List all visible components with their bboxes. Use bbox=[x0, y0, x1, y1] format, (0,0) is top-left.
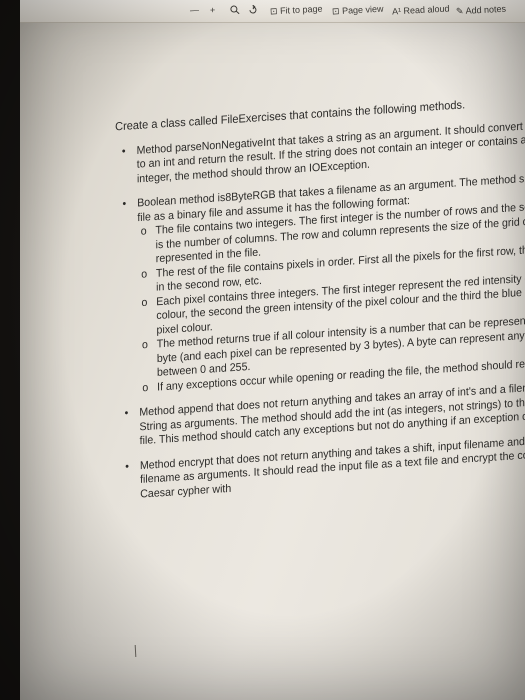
text-cursor bbox=[134, 644, 137, 658]
fit-to-page-button[interactable]: ⊡ Fit to page bbox=[270, 4, 323, 18]
circle-bullet-icon: o bbox=[141, 266, 148, 280]
bullet-icon: • bbox=[121, 143, 126, 158]
circle-bullet-icon: o bbox=[141, 295, 148, 309]
zoom-out-button[interactable]: — bbox=[190, 5, 200, 15]
method-list: • Method parseNonNegativeInt that takes … bbox=[115, 114, 525, 502]
zoom-in-button[interactable]: + bbox=[210, 5, 216, 15]
bullet-icon: • bbox=[122, 196, 127, 211]
circle-bullet-icon: o bbox=[142, 380, 149, 394]
screen: — + ⊡ Fit to page ⊡ Page view A¹ Read al… bbox=[20, 0, 525, 700]
search-icon[interactable] bbox=[230, 5, 241, 18]
page-view-button[interactable]: ⊡ Page view bbox=[332, 4, 384, 18]
list-item: • Boolean method is8ByteRGB that takes a… bbox=[116, 167, 525, 396]
format-sublist: o The file contains two integers. The fi… bbox=[137, 196, 525, 395]
bullet-icon: • bbox=[124, 406, 129, 420]
document-page: Create a class called FileExercises that… bbox=[115, 90, 525, 513]
add-notes-button[interactable]: ✎ Add notes bbox=[456, 4, 507, 18]
bullet-icon: • bbox=[125, 459, 129, 473]
circle-bullet-icon: o bbox=[141, 337, 148, 351]
read-aloud-button[interactable]: A¹ Read aloud bbox=[392, 4, 450, 17]
photo-background: — + ⊡ Fit to page ⊡ Page view A¹ Read al… bbox=[0, 0, 525, 700]
rotate-icon[interactable] bbox=[248, 4, 259, 18]
circle-bullet-icon: o bbox=[140, 224, 147, 238]
reader-toolbar: — + ⊡ Fit to page ⊡ Page view A¹ Read al… bbox=[20, 0, 525, 23]
